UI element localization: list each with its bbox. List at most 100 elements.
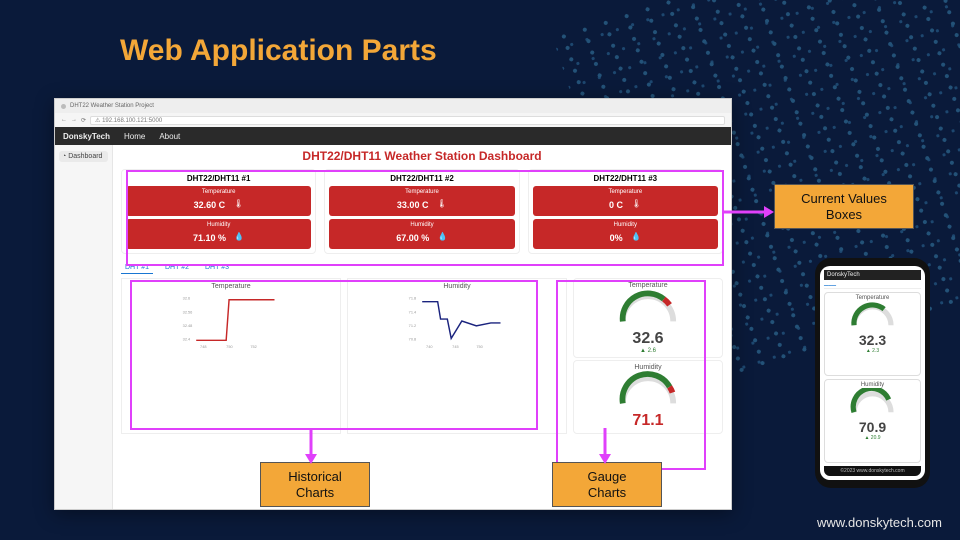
chart-tabs: DHT #1 DHT #2 DHT #3 bbox=[121, 262, 723, 274]
brand[interactable]: DonskyTech bbox=[63, 132, 110, 141]
humidity-value: 67.00 % bbox=[396, 233, 429, 243]
temp-label: Temperature bbox=[331, 189, 512, 195]
forward-icon[interactable]: → bbox=[71, 117, 77, 123]
humidity-line-chart: Humidity 71.8 71.4 71.2 70.8 740 745 750 bbox=[347, 278, 567, 434]
humidity-value: 71.10 % bbox=[193, 233, 226, 243]
callout-current-values: Current Values Boxes bbox=[774, 184, 914, 229]
callout-text: Current Values Boxes bbox=[801, 191, 887, 222]
humidity-label: Humidity bbox=[535, 222, 716, 228]
sensor-card-1: DHT22/DHT11 #1 Temperature 32.60 C 🌡 Hum… bbox=[121, 169, 316, 254]
humidity-sparkline: 71.8 71.4 71.2 70.8 740 745 750 bbox=[352, 292, 562, 350]
gauge-arc bbox=[827, 301, 918, 327]
temp-box: Temperature 32.60 C 🌡 bbox=[126, 186, 311, 216]
humidity-box: Humidity 71.10 % 💧 bbox=[126, 219, 311, 249]
sensor-card-2: DHT22/DHT11 #2 Temperature 33.00 C 🌡 Hum… bbox=[324, 169, 519, 254]
phone-nav: DonskyTech bbox=[824, 270, 921, 280]
svg-text:32.48: 32.48 bbox=[183, 324, 193, 328]
chart-title: Humidity bbox=[352, 283, 562, 290]
svg-text:71.8: 71.8 bbox=[409, 297, 417, 301]
humidity-label: Humidity bbox=[128, 222, 309, 228]
url-text: 192.168.100.121:5000 bbox=[102, 118, 162, 124]
humidity-box: Humidity 0% 💧 bbox=[533, 219, 718, 249]
temp-label: Temperature bbox=[535, 189, 716, 195]
humidity-value: 0% bbox=[610, 233, 623, 243]
phone-gauge-delta: ▲ 2.3 bbox=[827, 348, 918, 354]
gauge-value: 32.6 bbox=[577, 330, 719, 348]
temp-value: 32.60 C bbox=[194, 200, 226, 210]
arrow-down-icon bbox=[598, 428, 612, 464]
sensor-name: DHT22/DHT11 #1 bbox=[126, 174, 311, 183]
gauge-charts: Temperature 32.6 ▲ 2.6 Humidity bbox=[573, 278, 723, 434]
droplet-icon: 💧 bbox=[438, 232, 448, 241]
app-nav: DonskyTech Home About bbox=[55, 127, 731, 145]
thermometer-icon: 🌡 bbox=[234, 199, 244, 208]
phone-humidity-gauge: Humidity 70.9 ▲ 20.9 bbox=[824, 379, 921, 463]
callout-historical: Historical Charts bbox=[260, 462, 370, 507]
humidity-box: Humidity 67.00 % 💧 bbox=[329, 219, 514, 249]
svg-text:745: 745 bbox=[452, 345, 458, 349]
slide-title: Web Application Parts bbox=[120, 34, 437, 68]
sidebar: ◔ Dashboard bbox=[55, 145, 113, 509]
temp-box: Temperature 0 C 🌡 bbox=[533, 186, 718, 216]
gauge-arc bbox=[577, 289, 719, 325]
phone-screen: DonskyTech ━━━━━ Temperature 32.3 ▲ 2.3 … bbox=[820, 266, 925, 480]
gauge-label: Humidity bbox=[577, 364, 719, 371]
browser-url-bar: ← → ⟳ ⚠ 192.168.100.121:5000 bbox=[55, 113, 731, 127]
chart-title: Temperature bbox=[126, 283, 336, 290]
window-dot bbox=[61, 104, 66, 109]
sidebar-item-dashboard[interactable]: ◔ Dashboard bbox=[59, 151, 108, 162]
nav-link-home[interactable]: Home bbox=[124, 132, 145, 141]
svg-text:71.2: 71.2 bbox=[409, 324, 417, 328]
url-input[interactable]: ⚠ 192.168.100.121:5000 bbox=[90, 116, 725, 125]
temp-box: Temperature 33.00 C 🌡 bbox=[329, 186, 514, 216]
gauge-icon: ◔ bbox=[62, 153, 66, 160]
arrow-down-icon bbox=[304, 428, 318, 464]
svg-text:70.8: 70.8 bbox=[409, 337, 417, 341]
nav-link-about[interactable]: About bbox=[159, 132, 180, 141]
insecure-icon: ⚠ bbox=[95, 118, 100, 124]
callout-text: Gauge Charts bbox=[587, 469, 626, 500]
callout-text: Historical Charts bbox=[288, 469, 341, 500]
sensor-card-3: DHT22/DHT11 #3 Temperature 0 C 🌡 Humidit… bbox=[528, 169, 723, 254]
gauge-arc bbox=[577, 371, 719, 407]
temp-sparkline: 32.6 32.56 32.48 32.4 748 750 752 bbox=[126, 292, 336, 350]
callout-gauge: Gauge Charts bbox=[552, 462, 662, 507]
svg-text:750: 750 bbox=[476, 345, 482, 349]
svg-text:748: 748 bbox=[200, 345, 206, 349]
tab-dht3[interactable]: DHT #3 bbox=[201, 262, 233, 274]
temp-gauge: Temperature 32.6 ▲ 2.6 bbox=[573, 278, 723, 358]
watermark: www.donskytech.com bbox=[817, 515, 942, 530]
reload-icon[interactable]: ⟳ bbox=[81, 117, 86, 124]
arrow-right-icon bbox=[724, 205, 774, 219]
temp-value: 33.00 C bbox=[397, 200, 429, 210]
humidity-gauge: Humidity 71.1 bbox=[573, 360, 723, 434]
droplet-icon: 💧 bbox=[234, 232, 244, 241]
droplet-icon: 💧 bbox=[631, 232, 641, 241]
phone-footer: ©2023 www.donskytech.com bbox=[824, 466, 921, 476]
temp-label: Temperature bbox=[128, 189, 309, 195]
back-icon[interactable]: ← bbox=[61, 117, 67, 123]
historical-charts: Temperature 32.6 32.56 32.48 32.4 748 75… bbox=[121, 278, 567, 434]
phone-mockup: DonskyTech ━━━━━ Temperature 32.3 ▲ 2.3 … bbox=[815, 258, 930, 488]
gauge-delta: ▲ 2.6 bbox=[577, 348, 719, 354]
temp-line-chart: Temperature 32.6 32.56 32.48 32.4 748 75… bbox=[121, 278, 341, 434]
phone-temp-gauge: Temperature 32.3 ▲ 2.3 bbox=[824, 292, 921, 376]
gauge-label: Temperature bbox=[577, 282, 719, 289]
browser-tab-title[interactable]: DHT22 Weather Station Project bbox=[70, 103, 154, 109]
browser-window: DHT22 Weather Station Project ← → ⟳ ⚠ 19… bbox=[54, 98, 732, 510]
phone-gauge-value: 32.3 bbox=[827, 332, 918, 348]
sidebar-item-label: Dashboard bbox=[68, 153, 102, 160]
gauge-arc bbox=[827, 388, 918, 414]
sensor-name: DHT22/DHT11 #2 bbox=[329, 174, 514, 183]
humidity-label: Humidity bbox=[331, 222, 512, 228]
svg-text:32.6: 32.6 bbox=[183, 297, 191, 301]
svg-text:32.4: 32.4 bbox=[183, 337, 191, 341]
sensor-cards-row: DHT22/DHT11 #1 Temperature 32.60 C 🌡 Hum… bbox=[121, 169, 723, 254]
thermometer-icon: 🌡 bbox=[631, 199, 641, 208]
phone-gauge-delta: ▲ 20.9 bbox=[827, 435, 918, 441]
tab-dht2[interactable]: DHT #2 bbox=[161, 262, 193, 274]
tab-dht1[interactable]: DHT #1 bbox=[121, 262, 153, 274]
svg-text:32.56: 32.56 bbox=[183, 310, 193, 314]
svg-text:750: 750 bbox=[226, 345, 232, 349]
svg-text:752: 752 bbox=[250, 345, 256, 349]
